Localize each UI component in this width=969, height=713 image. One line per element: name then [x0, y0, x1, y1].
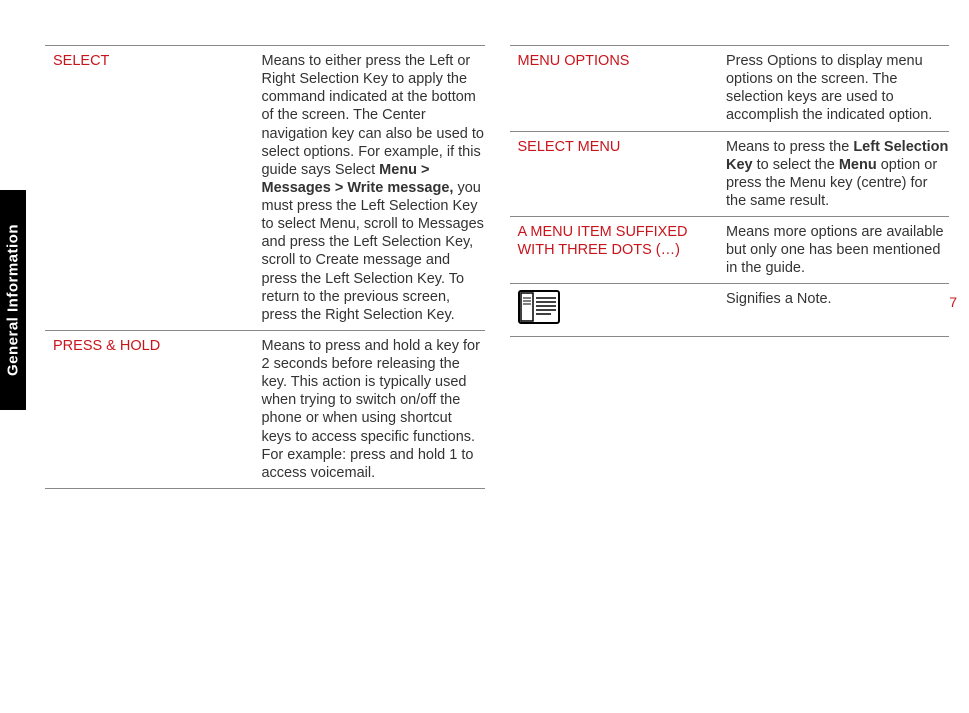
desc-press-hold: Means to press and hold a key for 2 seco…	[261, 337, 484, 482]
right-column: MENU OPTIONS Press Options to display me…	[510, 45, 950, 489]
desc-text: Means to press the	[726, 139, 853, 155]
desc-text: you must press the Left Selection Key to…	[261, 180, 483, 323]
term-row: PRESS & HOLD Means to press and hold a k…	[45, 331, 485, 489]
left-column: SELECT Means to either press the Left or…	[45, 45, 485, 489]
desc-text: to select the	[753, 157, 839, 173]
term-row: SELECT Means to either press the Left or…	[45, 45, 485, 331]
desc-menu-options: Press Options to display menu options on…	[726, 52, 949, 125]
note-icon	[518, 290, 560, 324]
term-row: A MENU ITEM SUFFIXED WITH THREE DOTS (…)…	[510, 217, 950, 284]
page-number: 7	[949, 294, 957, 310]
desc-three-dots: Means more options are available but onl…	[726, 223, 949, 277]
term-three-dots: A MENU ITEM SUFFIXED WITH THREE DOTS (…)	[518, 223, 716, 277]
desc-select: Means to either press the Left or Right …	[261, 52, 484, 324]
desc-select-menu: Means to press the Left Selection Key to…	[726, 138, 949, 211]
term-row: SELECT MENU Means to press the Left Sele…	[510, 132, 950, 218]
term-row: MENU OPTIONS Press Options to display me…	[510, 45, 950, 132]
side-tab-label: General Information	[5, 224, 22, 376]
desc-note: Signifies a Note.	[726, 290, 949, 329]
content-area: SELECT Means to either press the Left or…	[45, 45, 949, 489]
side-tab: General Information	[0, 190, 26, 410]
desc-text: Means to either press the Left or Right …	[261, 53, 483, 178]
desc-bold: Menu	[839, 157, 877, 173]
term-menu-options: MENU OPTIONS	[518, 52, 716, 125]
term-select: SELECT	[53, 52, 251, 324]
term-note-icon	[518, 290, 716, 329]
term-press-hold: PRESS & HOLD	[53, 337, 251, 482]
term-select-menu: SELECT MENU	[518, 138, 716, 211]
term-row: Signifies a Note.	[510, 284, 950, 336]
